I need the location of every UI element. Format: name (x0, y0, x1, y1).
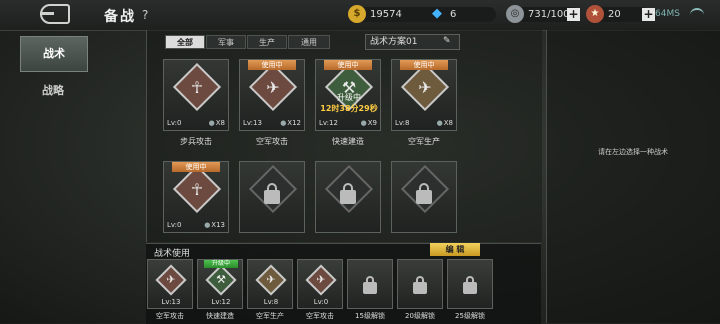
tab-strategy[interactable]: 战略 (20, 74, 86, 108)
card-level: Lv:8 (395, 119, 410, 127)
tactic-card[interactable] (391, 161, 457, 233)
medal-resource: ★ 20 + (586, 5, 655, 23)
slot-level: Lv:0 (313, 298, 329, 306)
upgrade-timer: 12时38分29秒 (320, 104, 378, 113)
tactic-card[interactable]: ⚒使用中Lv:12X9升级中12时38分29秒 (315, 59, 381, 131)
filter-military[interactable]: 军事 (206, 35, 246, 49)
slot-level: Lv:12 (211, 298, 231, 306)
card-count: X8 (209, 119, 225, 127)
detail-panel (546, 30, 720, 323)
usage-slot[interactable]: ⚒ 升级中 Lv:12 (197, 259, 243, 309)
detail-hint: 请在左边选择一种战术 (598, 148, 668, 156)
add-medal-button[interactable]: + (642, 8, 655, 21)
lock-icon (413, 276, 427, 294)
usage-slot[interactable] (447, 259, 493, 309)
in-use-badge: 使用中 (400, 60, 448, 70)
gold-value: 19574 (370, 9, 402, 20)
card-count: X13 (204, 221, 225, 229)
medal-value: 20 (608, 9, 621, 20)
upgrade-overlay: 升级中 12时38分29秒 (316, 92, 382, 114)
tactic-card[interactable]: ✈ 使用中 Lv:8 X8 (391, 59, 457, 131)
silver-value: 731/100 (528, 9, 570, 20)
diamond-icon: ◆ (432, 6, 442, 21)
usage-slot[interactable] (397, 259, 443, 309)
lock-icon (363, 276, 377, 294)
silver-resource: ◎ 731/100 + (506, 5, 580, 23)
wifi-icon (690, 8, 704, 20)
infantry-icon: ☥ (191, 180, 203, 199)
help-icon[interactable]: ? (142, 8, 148, 22)
card-count: X8 (437, 119, 453, 127)
infantry-icon: ☥ (191, 78, 203, 97)
medal-icon: ★ (586, 5, 604, 23)
filter-production[interactable]: 生产 (247, 35, 287, 49)
upgrading-badge: 升级中 (204, 260, 238, 268)
lock-icon (463, 276, 477, 294)
jet-icon: ✈ (266, 78, 280, 97)
tactic-card[interactable]: ☥ 使用中 Lv:0 X13 (163, 161, 229, 233)
usage-slot-name: 空军攻击 (306, 312, 334, 320)
tactic-card-name: 步兵攻击 (180, 137, 212, 146)
card-level: Lv:0 (167, 221, 182, 229)
back-icon[interactable] (40, 4, 70, 24)
silver-icon: ◎ (506, 5, 524, 23)
add-silver-button[interactable]: + (567, 8, 580, 21)
usage-slot-name: 空军攻击 (156, 312, 184, 320)
tactic-card-name: 快速建造 (332, 137, 364, 146)
usage-slot-name: 15级解锁 (355, 312, 385, 320)
filter-all[interactable]: 全部 (165, 35, 205, 49)
slot-level: Lv:8 (263, 298, 279, 306)
usage-slot-name: 空军生产 (256, 312, 284, 320)
tab-tactics[interactable]: 战术 (20, 36, 88, 72)
usage-title: 战术使用 (154, 249, 191, 259)
card-count: X12 (280, 119, 301, 127)
gold-coin-icon: $ (348, 5, 366, 23)
card-level: Lv:12 (319, 119, 338, 127)
tactic-card-name: 空军生产 (408, 137, 440, 146)
tactic-card[interactable]: ☥ Lv:0 X8 (163, 59, 229, 131)
in-use-badge: 使用中 (324, 60, 372, 70)
card-level: Lv:0 (167, 119, 182, 127)
unit-icon: ✈ (166, 273, 176, 286)
ping-text: 64MS (655, 9, 680, 19)
diamond-resource: ◆ 6 (430, 6, 496, 22)
tactic-card[interactable] (239, 161, 305, 233)
usage-slot-name: 20级解锁 (405, 312, 435, 320)
lock-icon (416, 183, 432, 204)
card-level: Lv:13 (243, 119, 262, 127)
card-count: X9 (361, 119, 377, 127)
tactic-card[interactable]: ✈ 使用中 Lv:13 X12 (239, 59, 305, 131)
tactic-card[interactable] (315, 161, 381, 233)
jet-icon: ✈ (418, 78, 432, 97)
pencil-icon[interactable]: ✎ (443, 36, 451, 46)
usage-slot[interactable]: ✈ Lv:0 (297, 259, 343, 309)
usage-slot-name: 25级解锁 (455, 312, 485, 320)
diamond-value: 6 (450, 9, 457, 20)
usage-slot[interactable] (347, 259, 393, 309)
tactic-card-name: 空军攻击 (256, 137, 288, 146)
filter-general[interactable]: 通用 (288, 35, 330, 49)
usage-slot[interactable]: ✈ Lv:13 (147, 259, 193, 309)
upgrade-label: 升级中 (337, 93, 361, 102)
lock-icon (340, 183, 356, 204)
unit-icon: ⚒ (216, 273, 226, 286)
in-use-badge: 使用中 (172, 162, 220, 172)
unit-icon: ✈ (316, 273, 326, 286)
page-title: 备战 (104, 9, 136, 25)
unit-icon: ✈ (266, 273, 276, 286)
usage-slot[interactable]: ✈ Lv:8 (247, 259, 293, 309)
usage-slot-name: 快速建造 (206, 312, 234, 320)
edit-button[interactable]: 编 辑 (430, 243, 480, 256)
in-use-badge: 使用中 (248, 60, 296, 70)
slot-level: Lv:13 (161, 298, 181, 306)
lock-icon (264, 183, 280, 204)
